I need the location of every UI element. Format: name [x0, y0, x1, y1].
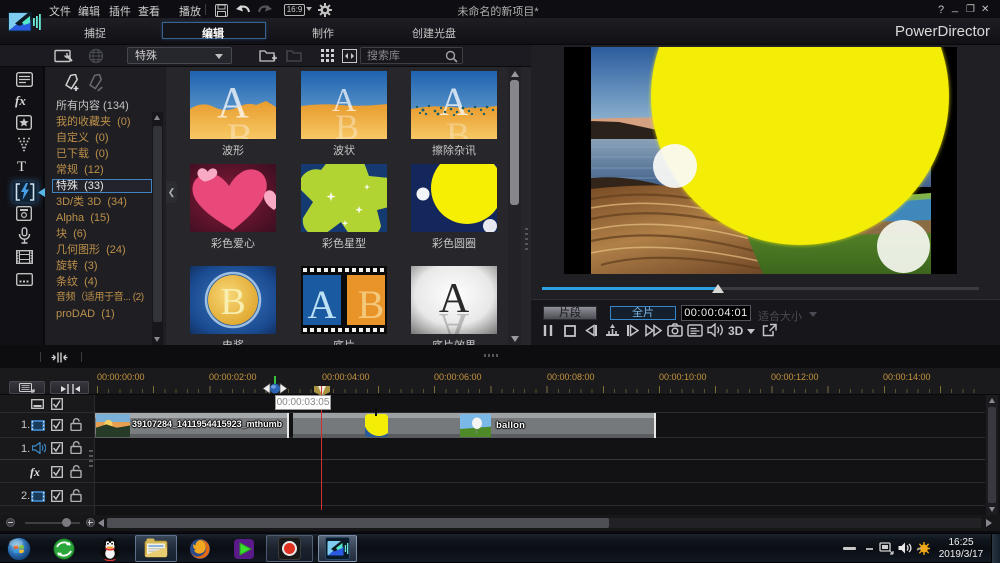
svg-text:A: A	[308, 282, 337, 327]
svg-text:B: B	[335, 107, 359, 139]
svg-text:A: A	[439, 304, 470, 334]
svg-text:B: B	[227, 115, 254, 139]
svg-text:B: B	[446, 115, 470, 139]
svg-text:B: B	[220, 281, 245, 323]
svg-text:B: B	[358, 282, 385, 327]
